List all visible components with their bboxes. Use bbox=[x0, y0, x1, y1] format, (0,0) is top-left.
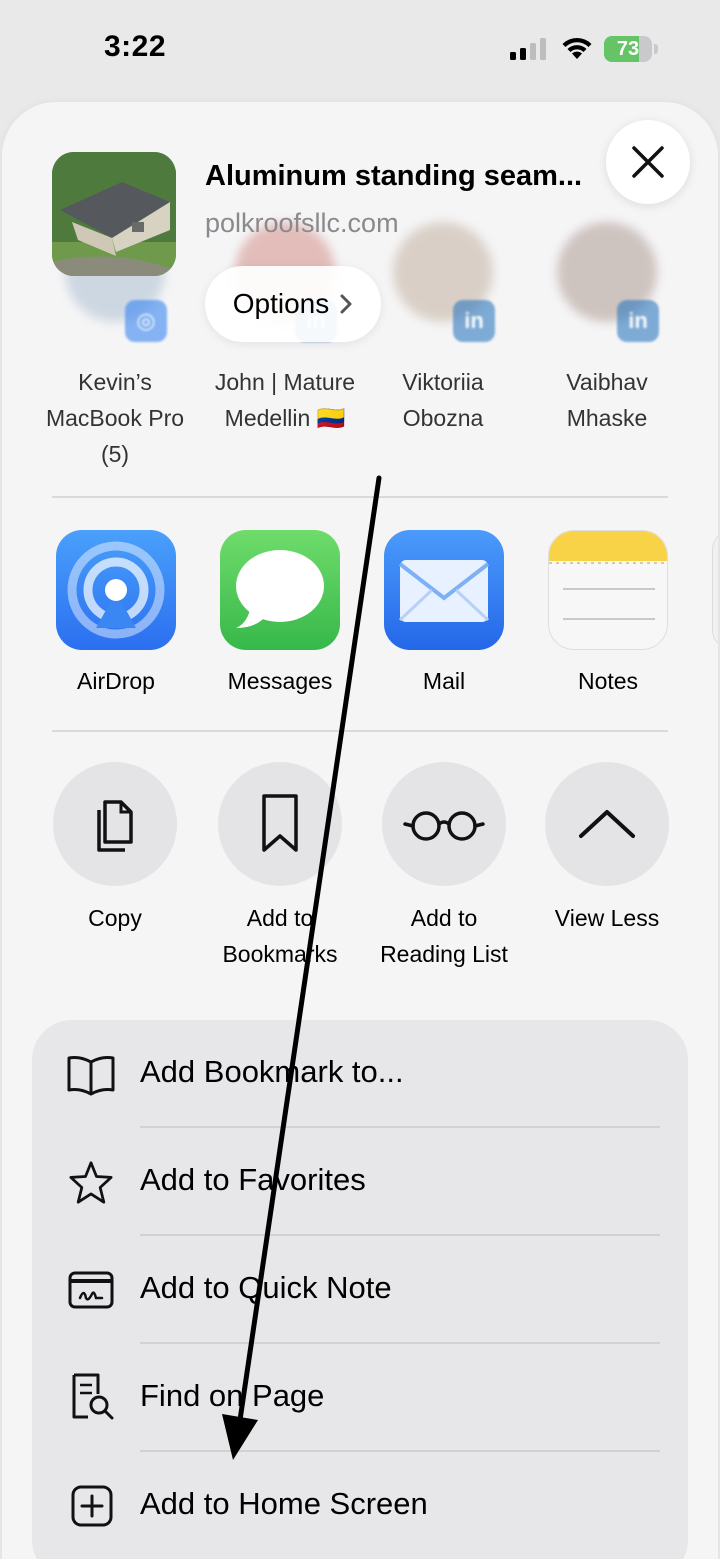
list-item-find-on-page[interactable]: Find on Page bbox=[32, 1344, 688, 1452]
action-label: Add to Bookmarks bbox=[222, 905, 338, 967]
list-item-label: Add Bookmark to... bbox=[140, 1054, 404, 1089]
list-item-add-to-quick-note[interactable]: Add to Quick Note bbox=[32, 1236, 688, 1344]
find-on-page-icon bbox=[72, 1373, 114, 1420]
page-title: Aluminum standing seam... bbox=[205, 160, 583, 192]
action-label: Copy bbox=[88, 905, 142, 931]
battery-percent: 73 bbox=[616, 38, 640, 60]
action-label: View Less bbox=[554, 905, 660, 931]
wifi-icon bbox=[562, 37, 592, 59]
close-icon bbox=[632, 146, 664, 178]
star-icon bbox=[69, 1161, 113, 1204]
chevron-right-icon bbox=[340, 294, 352, 314]
contact-name: Kevin’s MacBook Pro (5) bbox=[45, 369, 185, 467]
list-item-add-bookmark-to[interactable]: Add Bookmark to... bbox=[32, 1020, 688, 1128]
mail-icon bbox=[384, 530, 504, 650]
messages-icon bbox=[220, 530, 340, 650]
chevron-up-icon bbox=[579, 810, 635, 838]
app-label: Notes bbox=[577, 668, 639, 694]
page-domain: polkroofsllc.com bbox=[205, 208, 399, 238]
options-button[interactable]: Options bbox=[205, 266, 381, 342]
contact-name: Viktoriia Obozna bbox=[402, 369, 484, 431]
book-icon bbox=[67, 1056, 115, 1096]
share-sheet: ◎ Kevin’s MacBook Pro (5) in John | Matu… bbox=[2, 102, 718, 1559]
page-thumbnail bbox=[52, 152, 176, 276]
airdrop-icon bbox=[56, 530, 176, 650]
status-time: 3:22 bbox=[104, 30, 167, 63]
action-label: Add to Reading List bbox=[380, 905, 508, 967]
status-bar: 3:22 73 bbox=[0, 0, 720, 100]
share-header: Aluminum standing seam... polkroofsllc.c… bbox=[2, 102, 718, 362]
divider bbox=[52, 730, 668, 732]
add-square-icon bbox=[71, 1485, 113, 1527]
contact-name: Vaibhav Mhaske bbox=[566, 369, 648, 431]
close-button[interactable] bbox=[606, 120, 690, 204]
reading-glasses-icon bbox=[403, 811, 485, 841]
quick-note-icon bbox=[68, 1271, 114, 1309]
divider bbox=[52, 496, 668, 498]
list-item-label: Find on Page bbox=[140, 1378, 325, 1413]
actions-list: Add Bookmark to... Add to Favorites Add … bbox=[32, 1020, 688, 1559]
options-label: Options bbox=[232, 288, 330, 319]
list-item-label: Add to Quick Note bbox=[140, 1270, 392, 1305]
copy-icon bbox=[97, 800, 133, 852]
app-label: Mail bbox=[422, 668, 466, 694]
app-label: Messages bbox=[227, 668, 333, 694]
cellular-signal-icon bbox=[510, 38, 546, 60]
list-item-add-to-favorites[interactable]: Add to Favorites bbox=[32, 1128, 688, 1236]
list-item-add-to-home-screen[interactable]: Add to Home Screen bbox=[32, 1452, 688, 1559]
list-item-label: Add to Favorites bbox=[140, 1162, 366, 1197]
bookmark-icon bbox=[262, 794, 298, 852]
list-item-label: Add to Home Screen bbox=[140, 1486, 428, 1521]
more-apps-peek[interactable] bbox=[712, 530, 718, 650]
app-label: AirDrop bbox=[77, 668, 155, 694]
notes-icon bbox=[548, 530, 668, 650]
battery-indicator: 73 bbox=[604, 36, 658, 62]
contact-name: John | Mature Medellin 🇨🇴 bbox=[214, 369, 356, 431]
